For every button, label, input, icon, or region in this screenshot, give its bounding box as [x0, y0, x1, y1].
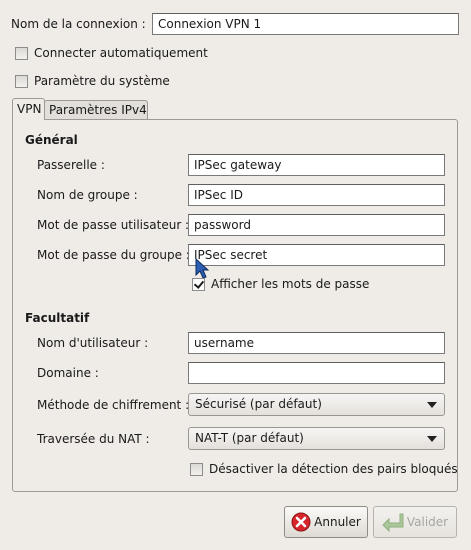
- chevron-down-icon: [427, 402, 437, 408]
- group-password-label: Mot de passe du groupe :: [37, 248, 190, 262]
- connection-name-input[interactable]: Connexion VPN 1: [152, 13, 459, 35]
- general-heading: Général: [25, 133, 78, 147]
- cancel-button[interactable]: Annuler: [284, 506, 368, 538]
- apply-button-label: Valider: [406, 515, 449, 529]
- chevron-down-icon: [427, 436, 437, 442]
- return-arrow-icon: [382, 513, 404, 532]
- username-input[interactable]: username: [188, 332, 445, 354]
- tab-ipv4-label: Paramètres IPv4: [49, 103, 147, 117]
- encryption-method-value: Sécurisé (par défaut): [195, 397, 322, 411]
- connection-name-label: Nom de la connexion :: [11, 17, 146, 31]
- tab-vpn[interactable]: VPN: [12, 98, 45, 120]
- auto-connect-label[interactable]: Connecter automatiquement: [34, 45, 208, 61]
- system-setting-checkbox[interactable]: [15, 75, 28, 88]
- cancel-icon: [291, 512, 311, 532]
- encryption-method-select[interactable]: Sécurisé (par défaut): [188, 393, 445, 416]
- domain-label: Domaine :: [37, 366, 99, 380]
- user-password-input[interactable]: password: [188, 214, 445, 236]
- group-password-input[interactable]: IPSec secret: [188, 244, 445, 266]
- show-passwords-checkbox[interactable]: [192, 278, 205, 291]
- nat-traversal-value: NAT-T (par défaut): [195, 431, 304, 445]
- show-passwords-label[interactable]: Afficher les mots de passe: [211, 276, 369, 292]
- nat-traversal-label: Traversée du NAT :: [37, 432, 150, 446]
- nat-traversal-select[interactable]: NAT-T (par défaut): [188, 427, 445, 450]
- apply-button[interactable]: Valider: [373, 506, 457, 538]
- group-name-input[interactable]: IPSec ID: [188, 184, 445, 206]
- mouse-pointer-icon: [195, 258, 209, 279]
- disable-dpd-checkbox[interactable]: [190, 463, 203, 476]
- optional-heading: Facultatif: [25, 311, 90, 325]
- encryption-method-label: Méthode de chiffrement :: [37, 398, 190, 412]
- domain-input[interactable]: [188, 362, 445, 384]
- disable-dpd-label[interactable]: Désactiver la détection des pairs bloqué…: [209, 461, 458, 477]
- gateway-label: Passerelle :: [37, 158, 105, 172]
- group-name-label: Nom de groupe :: [37, 188, 138, 202]
- cancel-button-label: Annuler: [314, 515, 361, 529]
- system-setting-label[interactable]: Paramètre du système: [34, 73, 170, 89]
- user-password-label: Mot de passe utilisateur :: [37, 218, 190, 232]
- tab-vpn-label: VPN: [17, 102, 42, 116]
- tab-ipv4-settings[interactable]: Paramètres IPv4: [44, 100, 148, 119]
- auto-connect-checkbox[interactable]: [15, 47, 28, 60]
- gateway-input[interactable]: IPSec gateway: [188, 154, 445, 176]
- username-label: Nom d'utilisateur :: [37, 336, 149, 350]
